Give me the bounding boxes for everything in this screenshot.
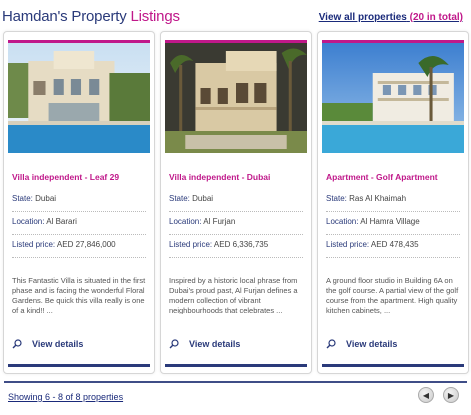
state-label: State: — [169, 194, 190, 203]
footer-divider — [4, 381, 467, 383]
listing-photo[interactable] — [165, 43, 307, 153]
listing-card: Villa independent - Leaf 29 State: Dubai… — [3, 31, 155, 374]
price-label: Listed price: — [12, 240, 56, 249]
listing-description: A ground floor studio in Building 6A on … — [326, 276, 459, 314]
listing-price: Listed price: AED 6,336,735 — [169, 240, 303, 258]
listing-state: State: Ras Al Khaimah — [326, 194, 460, 212]
location-label: Location: — [169, 217, 202, 226]
listings-header: Hamdan's Property Listings View all prop… — [0, 0, 471, 34]
listing-title[interactable]: Villa independent - Leaf 29 — [12, 172, 148, 182]
listing-description: This Fantastic Villa is situated in the … — [12, 276, 146, 314]
listing-state: State: Dubai — [12, 194, 146, 212]
villa-with-pool-image — [8, 43, 150, 153]
location-value: Al Barari — [46, 217, 77, 226]
state-value: Ras Al Khaimah — [349, 194, 407, 203]
price-value: AED 27,846,000 — [56, 240, 116, 249]
view-details-label: View details — [189, 339, 241, 349]
price-value: AED 478,435 — [370, 240, 419, 249]
view-all-label: View all properties — [318, 12, 407, 23]
page-title: Hamdan's Property Listings — [2, 8, 180, 25]
price-label: Listed price: — [326, 240, 370, 249]
listing-cards: Villa independent - Leaf 29 State: Dubai… — [3, 31, 469, 376]
location-label: Location: — [12, 217, 45, 226]
pagination-summary-link[interactable]: Showing 6 - 8 of 8 properties — [8, 392, 123, 402]
price-label: Listed price: — [169, 240, 213, 249]
state-label: State: — [326, 194, 347, 203]
location-value: Al Hamra Village — [360, 217, 420, 226]
view-details-link[interactable]: View details — [169, 339, 240, 349]
chevron-right-icon: ▶ — [447, 390, 455, 400]
apartment-with-pool-image — [322, 43, 464, 153]
chevron-left-icon: ◀ — [422, 390, 430, 400]
listing-price: Listed price: AED 478,435 — [326, 240, 460, 258]
view-details-label: View details — [346, 339, 398, 349]
listings-footer: Showing 6 - 8 of 8 properties ◀ ▶ — [0, 380, 471, 415]
price-value: AED 6,336,735 — [213, 240, 269, 249]
view-all-properties-link[interactable]: View all properties (20 in total) — [319, 12, 463, 23]
previous-page-button[interactable]: ◀ — [418, 387, 434, 403]
listing-price: Listed price: AED 27,846,000 — [12, 240, 146, 258]
next-page-button[interactable]: ▶ — [443, 387, 459, 403]
listing-location: Location: Al Barari — [12, 217, 146, 235]
listing-location: Location: Al Hamra Village — [326, 217, 460, 235]
card-bottom-bar — [322, 364, 464, 367]
listing-location: Location: Al Furjan — [169, 217, 303, 235]
listing-title[interactable]: Villa independent - Dubai — [169, 172, 305, 182]
state-label: State: — [12, 194, 33, 203]
state-value: Dubai — [192, 194, 214, 203]
magnifier-icon — [12, 339, 22, 349]
listing-photo[interactable] — [8, 43, 150, 153]
card-bottom-bar — [8, 364, 150, 367]
magnifier-icon — [169, 339, 179, 349]
view-all-count: (20 in total) — [409, 12, 463, 23]
location-label: Location: — [326, 217, 359, 226]
state-value: Dubai — [35, 194, 57, 203]
listing-card: Apartment - Golf Apartment State: Ras Al… — [317, 31, 469, 374]
listing-photo[interactable] — [322, 43, 464, 153]
villa-with-palms-image — [165, 43, 307, 153]
listing-title[interactable]: Apartment - Golf Apartment — [326, 172, 462, 182]
listing-state: State: Dubai — [169, 194, 303, 212]
location-value: Al Furjan — [203, 217, 236, 226]
magnifier-icon — [326, 339, 336, 349]
listing-description: Inspired by a historic local phrase from… — [169, 276, 298, 314]
listing-card: Villa independent - Dubai State: Dubai L… — [160, 31, 312, 374]
page-title-listings: Listings — [130, 8, 180, 25]
view-details-link[interactable]: View details — [326, 339, 397, 349]
view-details-link[interactable]: View details — [12, 339, 83, 349]
page-title-owner: Hamdan's Property — [2, 8, 127, 25]
card-bottom-bar — [165, 364, 307, 367]
view-details-label: View details — [32, 339, 84, 349]
